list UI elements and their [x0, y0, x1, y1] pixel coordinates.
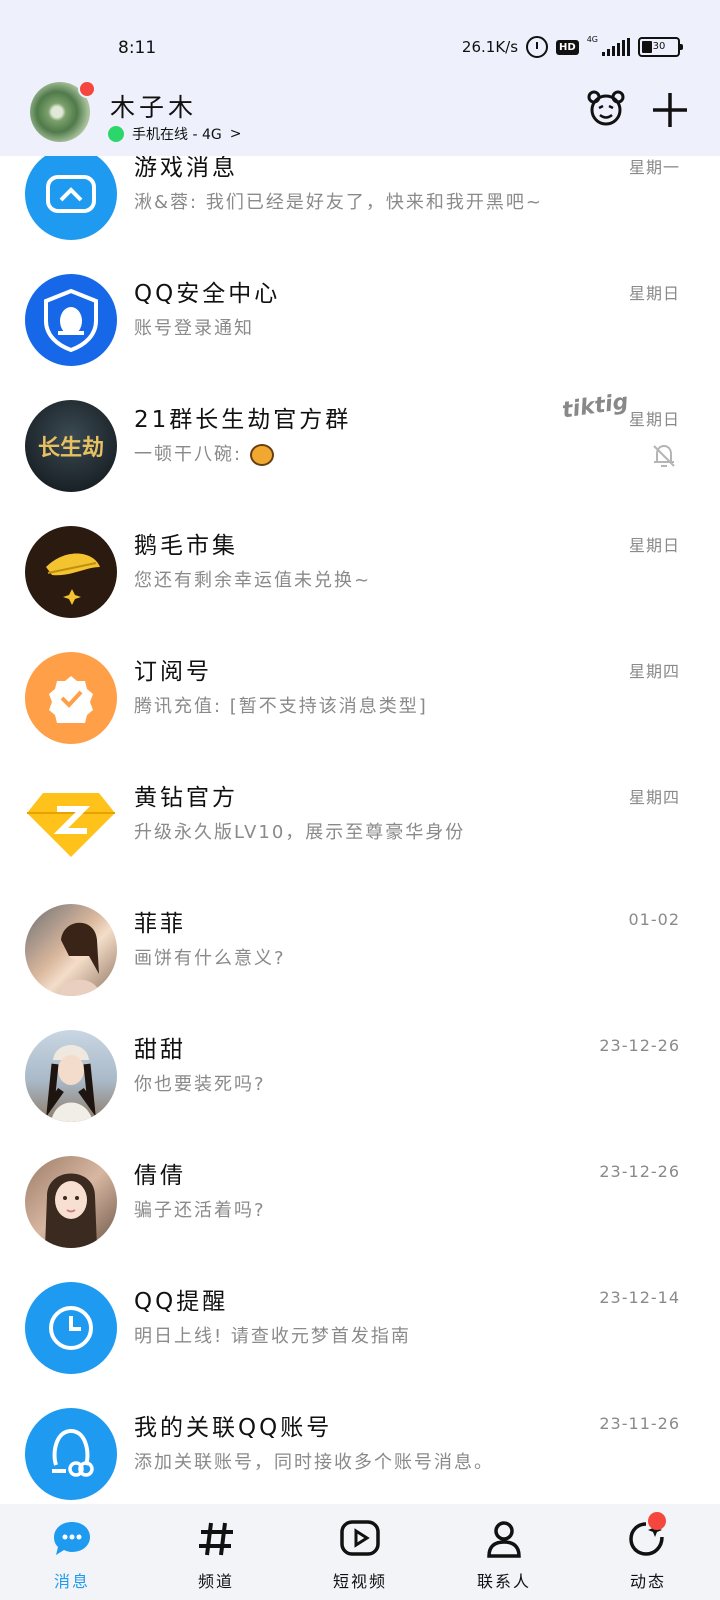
- conversation-time: 星期一: [628, 158, 680, 177]
- conversation-preview: 账号登录通知: [134, 318, 254, 339]
- status-icons: 26.1K/s HD 4G 30: [461, 34, 683, 58]
- bear-face-icon[interactable]: [586, 88, 626, 128]
- conversation-preview: 添加关联账号，同时接收多个账号消息。: [134, 1452, 494, 1473]
- message-bubble-icon: [51, 1518, 93, 1560]
- conversation-title: 黄钻官方: [134, 785, 238, 811]
- alarm-icon: [526, 36, 549, 58]
- status-bar: 8:11 26.1K/s HD 4G 30: [0, 0, 720, 80]
- hd-icon: HD: [556, 39, 579, 55]
- conversation-time: 星期四: [628, 662, 680, 681]
- conversation-list[interactable]: 游戏消息 湫&蓉: 我们已经是好友了，快来和我开黑吧~ 星期一 QQ安全中心 账…: [0, 156, 720, 1504]
- tab-channels[interactable]: 频道: [144, 1504, 288, 1600]
- group-logo-text: 长生劫: [37, 435, 104, 461]
- network-type: 4G: [586, 34, 598, 44]
- tab-contacts[interactable]: 联系人: [432, 1504, 576, 1600]
- bottom-tab-bar: 消息 频道 短视频 联系人 动态: [0, 1504, 720, 1600]
- feather-icon: [25, 526, 117, 618]
- conversation-time: 星期四: [628, 788, 680, 807]
- conversation-title: QQ提醒: [134, 1289, 229, 1315]
- network-speed: 26.1K/s: [461, 38, 519, 56]
- tab-feed[interactable]: 动态: [576, 1504, 720, 1600]
- conversation-preview: 你也要装死吗?: [134, 1074, 266, 1095]
- list-item[interactable]: 甜甜 你也要装死吗? 23-12-26: [0, 1010, 720, 1136]
- conversation-preview: 腾讯充值: [暂不支持该消息类型]: [134, 696, 428, 717]
- tab-label: 消息: [53, 1572, 90, 1591]
- conversation-preview: 画饼有什么意义?: [134, 948, 286, 969]
- conversation-title: 21群长生劫官方群: [134, 407, 352, 433]
- conversation-title: 倩倩: [134, 1163, 186, 1189]
- group-logo-icon: 长生劫: [25, 400, 117, 492]
- video-play-icon: [339, 1518, 381, 1560]
- conversation-title: 我的关联QQ账号: [134, 1415, 333, 1441]
- list-item[interactable]: 黄钻官方 升级永久版LV10，展示至尊豪华身份 星期四: [0, 758, 720, 884]
- chevron-right-icon: >: [229, 126, 242, 142]
- conversation-title: QQ安全中心: [134, 281, 281, 307]
- conversation-time: 星期日: [628, 284, 680, 303]
- linked-account-icon: [25, 1408, 117, 1500]
- conversation-title: 游戏消息: [134, 156, 238, 181]
- notification-dot: [78, 80, 96, 98]
- list-item[interactable]: 倩倩 骗子还活着吗? 23-12-26: [0, 1136, 720, 1262]
- online-status-text: 手机在线 - 4G: [132, 127, 222, 143]
- conversation-preview: 一顿干八碗:: [134, 440, 274, 466]
- list-item[interactable]: QQ安全中心 账号登录通知 星期日: [0, 254, 720, 380]
- battery-icon: 30: [638, 37, 683, 57]
- game-controller-icon: [25, 156, 117, 240]
- list-item[interactable]: 长生劫 21群长生劫官方群 一顿干八碗: tiktig 星期日: [0, 380, 720, 506]
- clock-icon: [25, 1282, 117, 1374]
- list-item[interactable]: 订阅号 腾讯充值: [暂不支持该消息类型] 星期四: [0, 632, 720, 758]
- preview-text: 一顿干八碗:: [134, 444, 250, 465]
- contact-person-icon: [483, 1518, 525, 1560]
- header: 木子木 手机在线 - 4G >: [0, 80, 720, 156]
- battery-level: 30: [652, 41, 666, 52]
- shield-penguin-icon: [25, 274, 117, 366]
- conversation-preview: 升级永久版LV10，展示至尊豪华身份: [134, 822, 466, 843]
- user-photo-icon: [25, 1156, 117, 1248]
- tab-short-video[interactable]: 短视频: [288, 1504, 432, 1600]
- hashtag-icon: [195, 1518, 237, 1560]
- tab-label: 短视频: [332, 1572, 387, 1591]
- conversation-title: 甜甜: [134, 1037, 186, 1063]
- tab-messages[interactable]: 消息: [0, 1504, 144, 1600]
- conversation-time: 23-11-26: [599, 1414, 680, 1433]
- online-status[interactable]: 手机在线 - 4G >: [108, 124, 241, 144]
- signal-icon: [602, 38, 630, 56]
- list-item[interactable]: QQ提醒 明日上线! 请查收元梦首发指南 23-12-14: [0, 1262, 720, 1388]
- mute-bell-icon: [653, 444, 675, 467]
- conversation-time: 23-12-26: [599, 1036, 680, 1055]
- add-icon[interactable]: [650, 90, 690, 130]
- tab-label: 动态: [629, 1572, 666, 1591]
- conversation-preview: 明日上线! 请查收元梦首发指南: [134, 1326, 411, 1347]
- list-item[interactable]: 游戏消息 湫&蓉: 我们已经是好友了，快来和我开黑吧~ 星期一: [0, 156, 720, 254]
- status-time: 8:11: [118, 38, 157, 58]
- user-nickname[interactable]: 木子木: [110, 88, 197, 124]
- conversation-time: 23-12-26: [599, 1162, 680, 1181]
- user-photo-icon: [25, 1030, 117, 1122]
- online-dot-icon: [108, 126, 124, 142]
- emoji-icon: [249, 444, 274, 466]
- conversation-time: 星期日: [628, 536, 680, 555]
- conversation-time: 23-12-14: [599, 1288, 680, 1307]
- conversation-title: 订阅号: [134, 659, 212, 685]
- conversation-preview: 湫&蓉: 我们已经是好友了，快来和我开黑吧~: [134, 192, 543, 213]
- list-item[interactable]: 鹅毛市集 您还有剩余幸运值未兑换~ 星期日: [0, 506, 720, 632]
- list-item[interactable]: 我的关联QQ账号 添加关联账号，同时接收多个账号消息。 23-11-26: [0, 1388, 720, 1504]
- tab-label: 联系人: [476, 1572, 531, 1591]
- list-item[interactable]: 菲菲 画饼有什么意义? 01-02: [0, 884, 720, 1010]
- conversation-preview: 骗子还活着吗?: [134, 1200, 266, 1221]
- verified-badge-icon: [25, 652, 117, 744]
- yellow-diamond-icon: [25, 778, 117, 870]
- tab-label: 频道: [197, 1572, 234, 1591]
- conversation-preview: 您还有剩余幸运值未兑换~: [134, 570, 372, 591]
- conversation-time: 01-02: [628, 910, 680, 929]
- conversation-time: 星期日: [628, 410, 680, 429]
- status-tag: tiktig: [560, 389, 630, 424]
- feed-badge: [648, 1512, 666, 1530]
- user-photo-icon: [25, 904, 117, 996]
- user-avatar[interactable]: [30, 80, 96, 142]
- conversation-title: 菲菲: [134, 911, 186, 937]
- conversation-title: 鹅毛市集: [134, 533, 238, 559]
